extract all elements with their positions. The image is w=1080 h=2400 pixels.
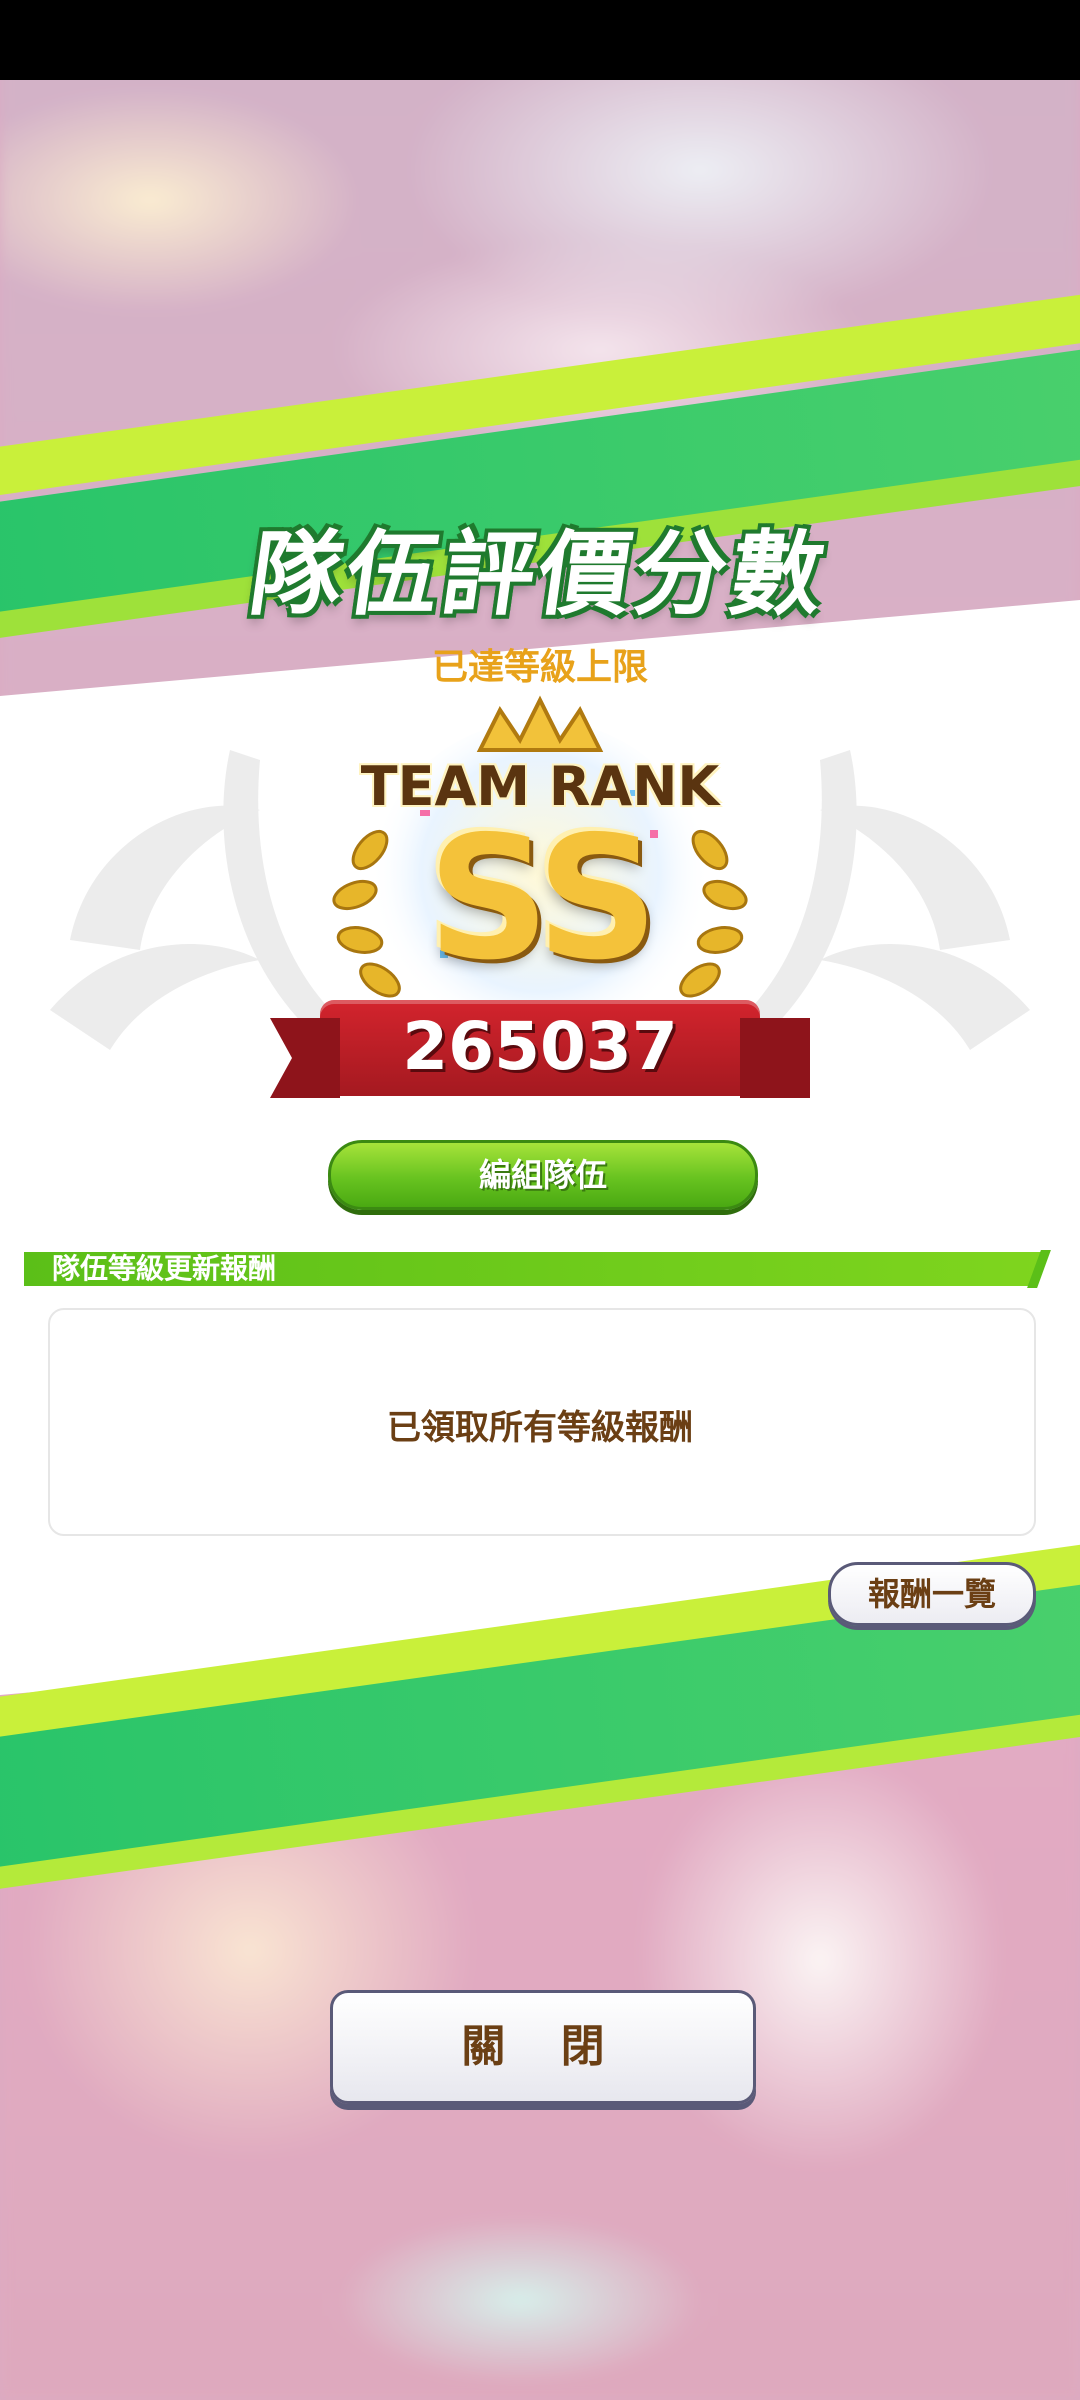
section-header-label: 隊伍等級更新報酬 [52,1252,277,1285]
team-score: 265037 [402,1008,678,1085]
close-button[interactable]: 關 閉 [330,1990,756,2104]
edit-team-button[interactable]: 編組隊伍 [328,1140,758,1210]
dialog-title: 隊伍評價分數 [243,521,835,628]
status-bar [0,0,1080,80]
reward-message-text: 已領取所有等級報酬 [387,1408,693,1448]
rank-grade: SS [427,800,658,998]
reward-list-button[interactable]: 報酬一覽 [828,1562,1036,1626]
max-level-subtitle: 已達等級上限 [431,647,648,688]
